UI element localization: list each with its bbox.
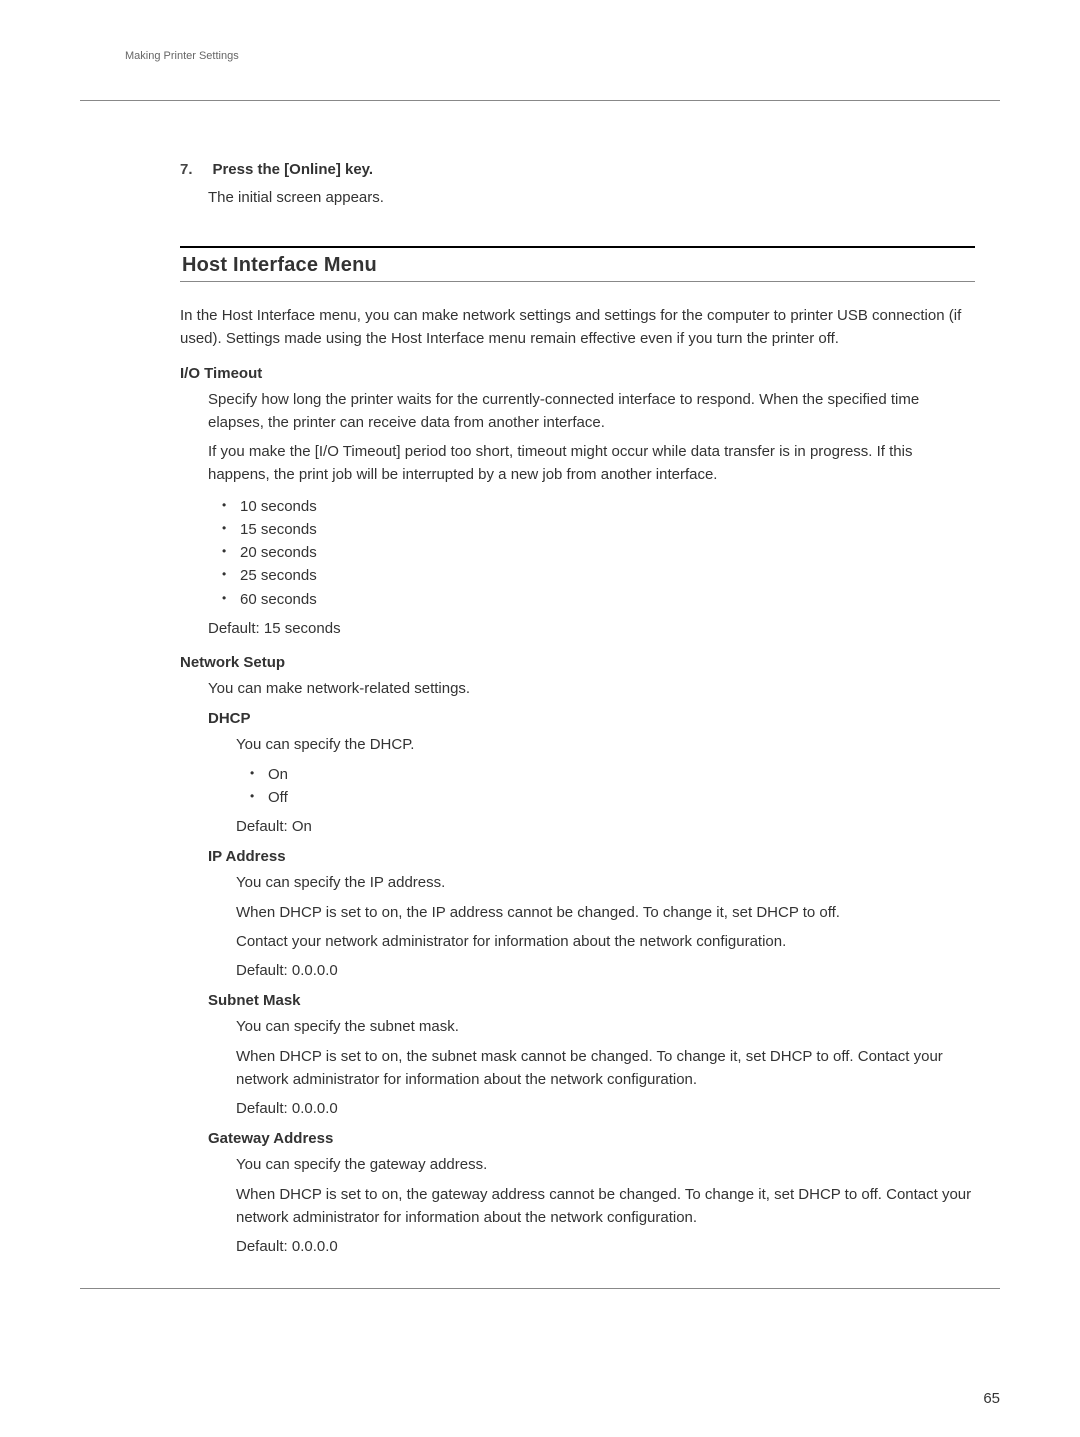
io-timeout-title: I/O Timeout [180, 365, 975, 382]
step-7: 7. Press the [Online] key. [180, 161, 975, 179]
dhcp-default: Default: On [236, 815, 975, 838]
gateway-address-title: Gateway Address [208, 1130, 975, 1147]
list-item: 15 seconds [222, 518, 975, 541]
subnet-default: Default: 0.0.0.0 [236, 1097, 975, 1120]
list-item: 20 seconds [222, 541, 975, 564]
io-timeout-options: 10 seconds 15 seconds 20 seconds 25 seco… [222, 495, 975, 611]
ip-p2: When DHCP is set to on, the IP address c… [236, 901, 975, 924]
subnet-mask-title: Subnet Mask [208, 992, 975, 1009]
ip-address-title: IP Address [208, 848, 975, 865]
ip-p1: You can specify the IP address. [236, 871, 975, 894]
ip-default: Default: 0.0.0.0 [236, 959, 975, 982]
dhcp-options: On Off [250, 763, 975, 810]
ip-p3: Contact your network administrator for i… [236, 930, 975, 953]
list-item: 25 seconds [222, 564, 975, 587]
running-header: Making Printer Settings [125, 50, 239, 62]
section-heading: Host Interface Menu [180, 246, 975, 282]
footer-rule [80, 1288, 1000, 1289]
step-number: 7. [180, 161, 208, 178]
dhcp-body: You can specify the DHCP. [236, 733, 975, 756]
network-setup-title: Network Setup [180, 654, 975, 671]
io-timeout-default: Default: 15 seconds [208, 617, 975, 640]
dhcp-title: DHCP [208, 710, 975, 727]
list-item: 10 seconds [222, 495, 975, 518]
subnet-p2: When DHCP is set to on, the subnet mask … [236, 1045, 975, 1092]
gateway-p2: When DHCP is set to on, the gateway addr… [236, 1183, 975, 1230]
list-item: Off [250, 786, 975, 809]
step-instruction: Press the [Online] key. [212, 161, 373, 178]
list-item: On [250, 763, 975, 786]
page-number: 65 [983, 1390, 1000, 1407]
gateway-default: Default: 0.0.0.0 [236, 1235, 975, 1258]
list-item: 60 seconds [222, 588, 975, 611]
io-timeout-p1: Specify how long the printer waits for t… [208, 388, 975, 435]
subnet-p1: You can specify the subnet mask. [236, 1015, 975, 1038]
step-body: The initial screen appears. [208, 189, 975, 206]
network-setup-intro: You can make network-related settings. [208, 677, 975, 700]
gateway-p1: You can specify the gateway address. [236, 1153, 975, 1176]
io-timeout-p2: If you make the [I/O Timeout] period too… [208, 440, 975, 487]
intro-paragraph: In the Host Interface menu, you can make… [180, 304, 975, 351]
section-title: Host Interface Menu [182, 254, 975, 277]
